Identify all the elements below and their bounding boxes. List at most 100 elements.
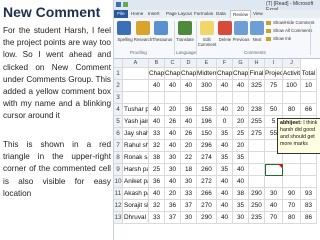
- table-cell[interactable]: 35: [217, 164, 233, 176]
- table-cell[interactable]: 26: [181, 128, 197, 140]
- save-icon[interactable]: [123, 2, 128, 7]
- tab-insert[interactable]: Insert: [148, 11, 160, 16]
- tab-review[interactable]: Review: [230, 10, 252, 18]
- tab-home[interactable]: Home: [131, 11, 143, 16]
- previous-comment-icon[interactable]: [234, 21, 248, 35]
- table-cell[interactable]: 38: [233, 188, 249, 200]
- table-cell[interactable]: 20: [181, 140, 197, 152]
- table-cell[interactable]: 325: [249, 80, 265, 92]
- table-cell[interactable]: [283, 176, 301, 188]
- table-cell[interactable]: 40: [149, 188, 165, 200]
- show-hide-comment-button[interactable]: Show/Hide Comment: [266, 20, 314, 25]
- row-header[interactable]: 2: [114, 80, 123, 92]
- commented-cell[interactable]: [265, 164, 283, 176]
- table-cell[interactable]: 150: [197, 128, 217, 140]
- table-cell[interactable]: 274: [197, 152, 217, 164]
- column-header[interactable]: E: [197, 59, 217, 68]
- row-header[interactable]: 5: [114, 116, 123, 128]
- table-cell[interactable]: 33: [149, 128, 165, 140]
- table-cell[interactable]: 40: [217, 212, 233, 224]
- table-cell[interactable]: 40: [165, 140, 181, 152]
- table-cell[interactable]: 40: [149, 116, 165, 128]
- table-cell[interactable]: 270: [197, 200, 217, 212]
- table-cell[interactable]: 36: [149, 176, 165, 188]
- table-cell[interactable]: 40: [233, 176, 249, 188]
- table-cell[interactable]: 40: [217, 80, 233, 92]
- table-cell[interactable]: [249, 176, 265, 188]
- table-cell[interactable]: [149, 92, 165, 104]
- table-cell[interactable]: 158: [197, 104, 217, 116]
- table-cell[interactable]: [301, 176, 317, 188]
- student-name-cell[interactable]: Harsh patil: [123, 164, 149, 176]
- table-cell[interactable]: 275: [249, 128, 265, 140]
- table-cell[interactable]: 238: [249, 104, 265, 116]
- table-cell[interactable]: [249, 152, 265, 164]
- table-cell[interactable]: [301, 164, 317, 176]
- table-cell[interactable]: 22: [181, 152, 197, 164]
- column-header[interactable]: C: [165, 59, 181, 68]
- table-cell[interactable]: 35: [217, 128, 233, 140]
- table-cell[interactable]: 40: [149, 104, 165, 116]
- show-all-comments-button[interactable]: Show All Comments: [266, 28, 312, 33]
- table-cell[interactable]: 255: [249, 116, 265, 128]
- table-cell[interactable]: 37: [181, 200, 197, 212]
- row-header[interactable]: 3: [114, 92, 123, 104]
- comment-box[interactable]: abhijeet: I think harsh did good and sho…: [277, 118, 320, 154]
- table-cell[interactable]: 196: [197, 116, 217, 128]
- table-cell[interactable]: 40: [217, 176, 233, 188]
- show-ink-button[interactable]: Show Ink: [266, 36, 291, 41]
- table-cell[interactable]: [217, 92, 233, 104]
- translate-button[interactable]: Translate: [174, 37, 196, 42]
- table-cell[interactable]: 83: [301, 200, 317, 212]
- table-cell[interactable]: 90: [283, 188, 301, 200]
- student-name-cell[interactable]: Yash jain: [123, 116, 149, 128]
- table-cell[interactable]: [197, 92, 217, 104]
- table-cell[interactable]: [265, 92, 283, 104]
- table-cell[interactable]: 40: [233, 80, 249, 92]
- row-header[interactable]: 6: [114, 128, 123, 140]
- table-cell[interactable]: 40: [217, 140, 233, 152]
- table-cell[interactable]: 40: [165, 176, 181, 188]
- table-cell[interactable]: 66: [301, 104, 317, 116]
- table-cell[interactable]: 30: [181, 176, 197, 188]
- table-cell[interactable]: 40: [217, 188, 233, 200]
- table-cell[interactable]: [301, 92, 317, 104]
- table-cell[interactable]: 40: [165, 80, 181, 92]
- table-cell[interactable]: 10: [301, 80, 317, 92]
- table-cell[interactable]: 0: [217, 116, 233, 128]
- table-cell[interactable]: 266: [197, 188, 217, 200]
- row-header[interactable]: 12: [114, 200, 123, 212]
- row-header[interactable]: 7: [114, 140, 123, 152]
- table-cell[interactable]: Activity: [283, 68, 301, 80]
- row-header[interactable]: 4: [114, 104, 123, 116]
- table-cell[interactable]: 80: [283, 104, 301, 116]
- column-header[interactable]: F: [217, 59, 233, 68]
- delete-comment-icon[interactable]: [218, 21, 232, 35]
- table-cell[interactable]: 18: [181, 164, 197, 176]
- table-cell[interactable]: [283, 92, 301, 104]
- thesaurus-icon[interactable]: [154, 21, 168, 35]
- student-name-cell[interactable]: Dhruval jha: [123, 212, 149, 224]
- translate-icon[interactable]: [178, 21, 192, 35]
- table-cell[interactable]: 20: [233, 116, 249, 128]
- table-cell[interactable]: 250: [249, 200, 265, 212]
- spelling-icon[interactable]: [117, 21, 131, 35]
- tab-data[interactable]: Data: [216, 11, 226, 16]
- row-header[interactable]: 8: [114, 152, 123, 164]
- table-cell[interactable]: 70: [265, 212, 283, 224]
- table-cell[interactable]: 70: [283, 200, 301, 212]
- table-cell[interactable]: 40: [265, 200, 283, 212]
- student-name-cell[interactable]: Akash patil: [123, 188, 149, 200]
- student-name-cell[interactable]: [123, 80, 149, 92]
- table-cell[interactable]: 25: [149, 164, 165, 176]
- table-cell[interactable]: 290: [197, 212, 217, 224]
- table-cell[interactable]: Chap2: [165, 68, 181, 80]
- table-cell[interactable]: 290: [249, 188, 265, 200]
- student-name-cell[interactable]: Jay shah: [123, 128, 149, 140]
- table-cell[interactable]: 300: [197, 80, 217, 92]
- table-cell[interactable]: [181, 92, 197, 104]
- student-name-cell[interactable]: Tushar patil: [123, 104, 149, 116]
- table-cell[interactable]: [233, 92, 249, 104]
- row-header[interactable]: 10: [114, 176, 123, 188]
- table-cell[interactable]: Total: [301, 68, 317, 80]
